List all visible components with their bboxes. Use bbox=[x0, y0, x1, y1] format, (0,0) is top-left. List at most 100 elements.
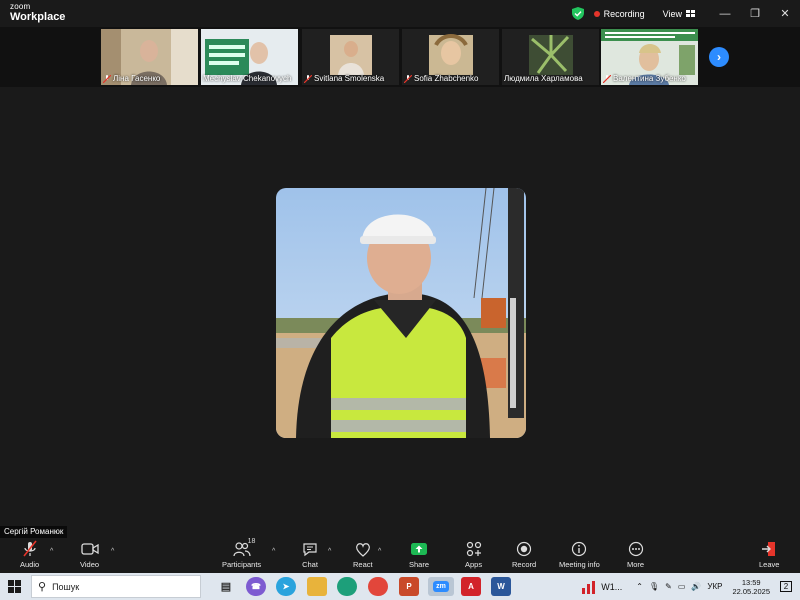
video-label: Video bbox=[80, 560, 100, 569]
minimize-icon[interactable]: — bbox=[710, 0, 740, 27]
record-button[interactable]: Record bbox=[512, 540, 536, 569]
audio-options-chevron-icon[interactable]: ^ bbox=[50, 548, 53, 555]
more-dots-icon bbox=[628, 541, 643, 557]
react-options-chevron-icon[interactable]: ^ bbox=[378, 548, 381, 555]
chat-label: Chat bbox=[302, 560, 318, 569]
windows-start-icon[interactable] bbox=[8, 580, 21, 593]
participant-tile[interactable]: Ліна Гасенко bbox=[101, 29, 198, 85]
react-button[interactable]: React bbox=[353, 540, 373, 569]
participant-name: Mechyslav Chekanovych bbox=[203, 74, 292, 83]
participants-count: 18 bbox=[247, 538, 256, 545]
record-icon bbox=[516, 541, 532, 557]
video-options-chevron-icon[interactable]: ^ bbox=[111, 548, 114, 555]
view-label: View bbox=[662, 8, 682, 19]
recording-label: Recording bbox=[603, 8, 645, 19]
restore-icon[interactable]: ❐ bbox=[740, 0, 770, 27]
telegram-icon[interactable]: ➤ bbox=[276, 577, 296, 596]
participant-name: Валентина Зубенко bbox=[603, 74, 686, 83]
video-button[interactable]: Video bbox=[80, 540, 99, 569]
microphone-tray-icon[interactable]: 🎙 bbox=[649, 582, 659, 591]
show-hidden-icons-chevron-icon[interactable]: ⌃ bbox=[636, 582, 643, 591]
close-icon[interactable]: ✕ bbox=[770, 0, 800, 27]
participants-button[interactable]: 18 Participants bbox=[222, 538, 262, 569]
mic-muted-icon bbox=[103, 74, 111, 83]
info-icon bbox=[572, 541, 587, 557]
search-icon: ⚲ bbox=[38, 581, 47, 593]
pdf-reader-icon[interactable]: A bbox=[461, 577, 481, 596]
volume-icon[interactable]: 🔊 bbox=[691, 582, 701, 591]
active-speaker-name: Сергій Романюк bbox=[0, 526, 68, 538]
brand-big: Workplace bbox=[10, 11, 66, 23]
share-label: Share bbox=[409, 560, 430, 569]
viber-icon[interactable]: ☎ bbox=[246, 577, 266, 596]
participants-label: Participants bbox=[222, 560, 262, 569]
zoom-taskbar-icon[interactable]: zm bbox=[428, 577, 454, 596]
search-placeholder: Пошук bbox=[52, 581, 80, 592]
more-label: More bbox=[627, 560, 645, 569]
participant-tile[interactable]: Валентина Зубенко bbox=[601, 29, 698, 85]
share-screen-icon bbox=[411, 543, 427, 555]
apps-button[interactable]: Apps bbox=[465, 540, 482, 569]
zoom-window: zoom Workplace Recording View — ❐ ✕ Ліна… bbox=[0, 0, 800, 600]
windows-taskbar: ⚲ Пошук ▤ ☎ ➤ P zm A W W1... ⌃ 🎙 ✎ ▭ 🔊 У… bbox=[0, 573, 800, 600]
title-bar: zoom Workplace Recording View — ❐ ✕ bbox=[0, 0, 800, 27]
video-camera-icon bbox=[80, 543, 99, 555]
participants-options-chevron-icon[interactable]: ^ bbox=[272, 548, 275, 555]
mic-muted-icon bbox=[603, 74, 611, 83]
meeting-info-button[interactable]: Meeting info bbox=[559, 540, 600, 569]
tray-app-label[interactable]: W1... bbox=[601, 582, 622, 592]
participant-name: Ліна Гасенко bbox=[103, 74, 160, 83]
mic-muted-icon bbox=[304, 74, 312, 83]
notification-count: 2 bbox=[779, 581, 793, 592]
participant-name: Людмила Харламова bbox=[504, 74, 583, 83]
participant-strip: Ліна Гасенко Mechyslav Chekanovych Svitl… bbox=[0, 27, 800, 87]
view-button[interactable]: View bbox=[663, 9, 696, 19]
meeting-controls: Audio ^ Video ^ 18 Participants ^ Chat ^… bbox=[0, 538, 800, 573]
powerpoint-icon[interactable]: P bbox=[399, 577, 419, 596]
leave-door-icon bbox=[762, 542, 776, 556]
leave-button[interactable]: Leave bbox=[759, 540, 779, 569]
view-grid-icon bbox=[686, 9, 695, 17]
next-page-chevron-icon[interactable]: › bbox=[709, 47, 729, 67]
audio-label: Audio bbox=[20, 560, 40, 569]
mic-muted-icon bbox=[404, 74, 412, 83]
chat-bubble-icon bbox=[303, 543, 317, 557]
chrome-browser-icon[interactable] bbox=[368, 577, 388, 596]
microphone-muted-icon bbox=[22, 540, 37, 557]
recording-indicator[interactable]: Recording bbox=[593, 8, 645, 19]
participant-tile[interactable]: Mechyslav Chekanovych bbox=[201, 29, 298, 85]
participant-tile[interactable]: Людмила Харламова bbox=[502, 29, 599, 85]
speaker-profile-photo bbox=[276, 188, 526, 438]
encryption-shield-icon[interactable] bbox=[571, 7, 584, 20]
chat-button[interactable]: Chat bbox=[302, 540, 318, 569]
leave-label: Leave bbox=[759, 560, 780, 569]
react-label: React bbox=[353, 560, 373, 569]
brand-small: zoom bbox=[10, 2, 31, 11]
main-video-stage bbox=[0, 87, 800, 537]
clock-date: 22.05.2025 bbox=[732, 586, 770, 596]
edge-browser-icon[interactable] bbox=[337, 577, 357, 596]
participant-name: Sofia Zhabchenko bbox=[404, 74, 479, 83]
meeting-info-label: Meeting info bbox=[559, 560, 600, 569]
participant-name: Svitlana Smolenska bbox=[304, 74, 384, 83]
taskbar-search-box[interactable]: ⚲ Пошук bbox=[31, 575, 201, 598]
system-tray: W1... ⌃ 🎙 ✎ ▭ 🔊 УКР 13:59 22.05.2025 2 bbox=[581, 573, 800, 600]
file-explorer-icon[interactable] bbox=[307, 577, 327, 596]
zoom-logo: zoom Workplace bbox=[10, 3, 65, 23]
share-button[interactable]: Share bbox=[409, 540, 429, 569]
task-view-icon[interactable]: ▤ bbox=[216, 577, 236, 596]
chat-options-chevron-icon[interactable]: ^ bbox=[328, 548, 331, 555]
more-button[interactable]: More bbox=[627, 540, 644, 569]
apps-icon bbox=[466, 541, 481, 557]
tray-app-chart-icon[interactable] bbox=[581, 580, 597, 594]
notification-center-icon[interactable]: 2 bbox=[776, 579, 796, 595]
participant-tile[interactable]: Sofia Zhabchenko bbox=[402, 29, 499, 85]
apps-label: Apps bbox=[465, 560, 483, 569]
taskbar-clock[interactable]: 13:59 22.05.2025 bbox=[732, 578, 770, 596]
pen-tray-icon[interactable]: ✎ bbox=[665, 582, 672, 591]
audio-button[interactable]: Audio bbox=[20, 540, 39, 569]
network-icon[interactable]: ▭ bbox=[678, 582, 686, 591]
word-icon[interactable]: W bbox=[491, 577, 511, 596]
language-indicator[interactable]: УКР bbox=[707, 582, 722, 591]
participant-tile[interactable]: Svitlana Smolenska bbox=[302, 29, 399, 85]
